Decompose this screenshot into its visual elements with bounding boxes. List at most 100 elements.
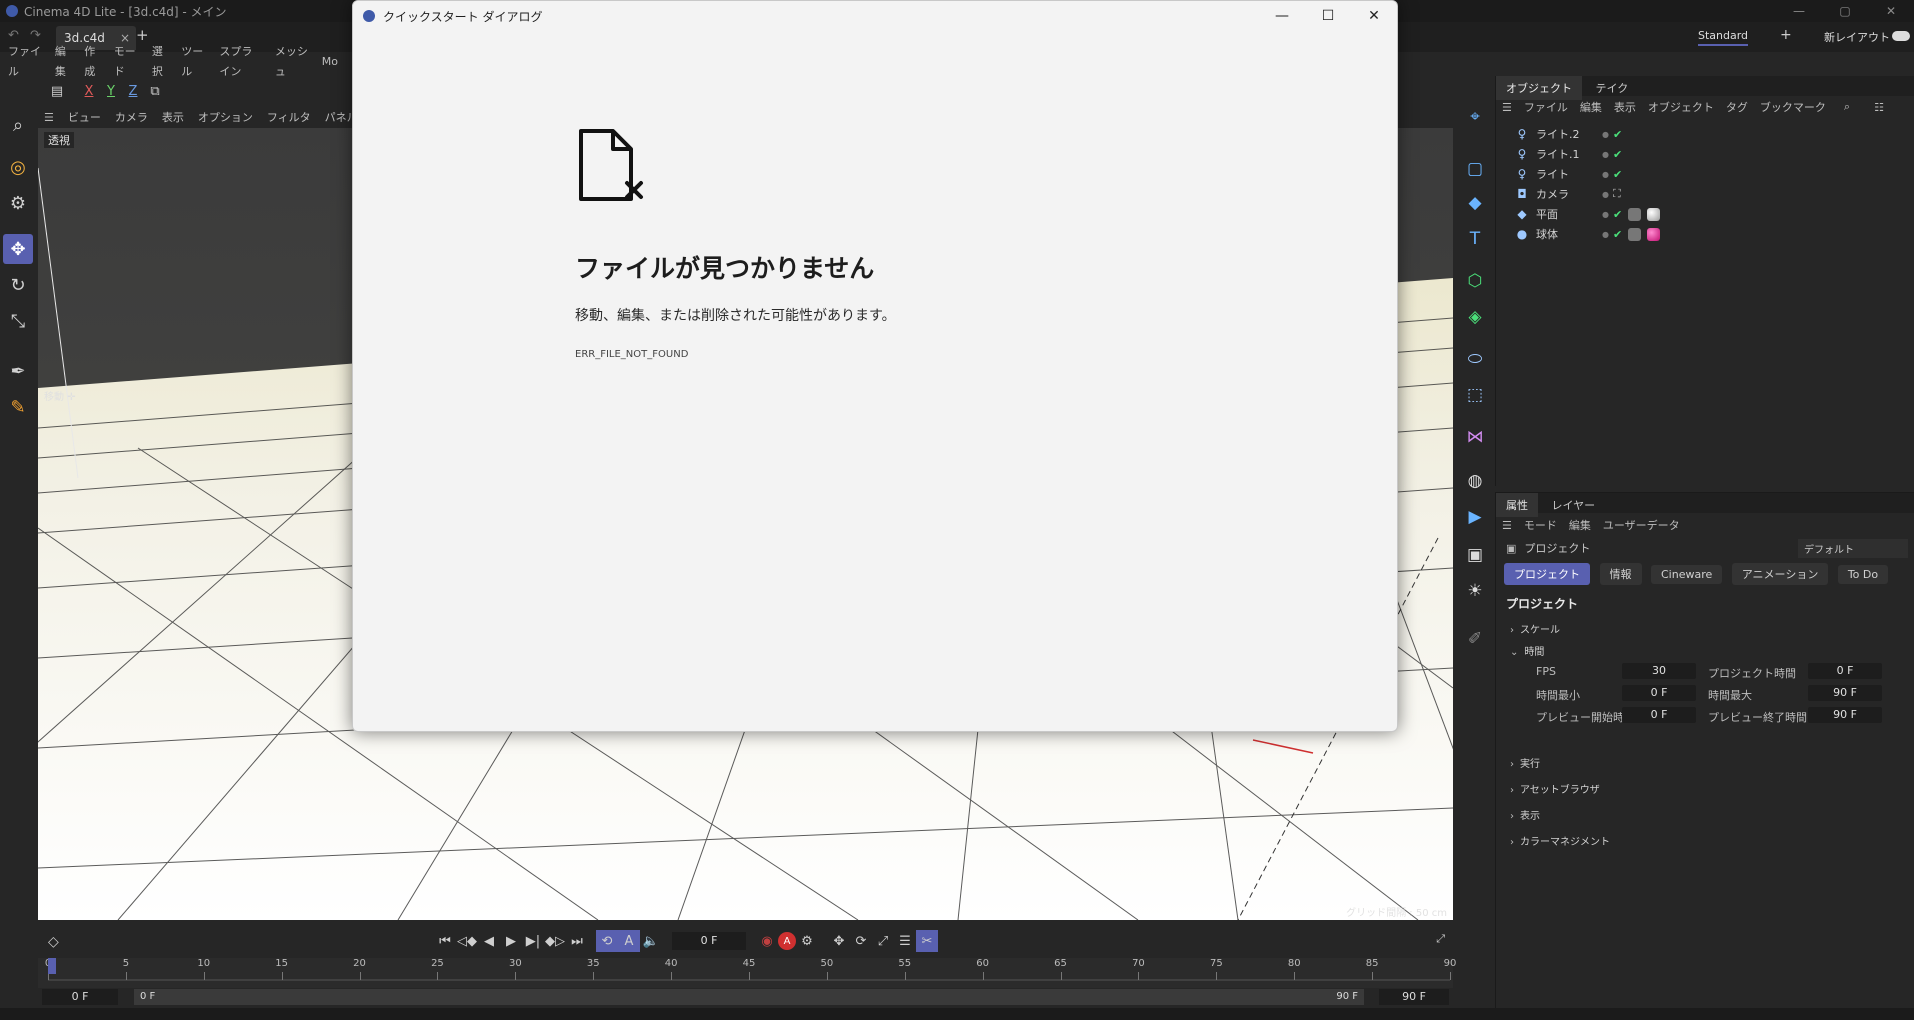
tab-layers[interactable]: レイヤー [1542, 493, 1606, 517]
chip-cineware[interactable]: Cineware [1651, 565, 1723, 584]
section-scale[interactable]: › スケール [1510, 621, 1560, 636]
maximize-button[interactable]: ▢ [1822, 0, 1868, 22]
om-search-icon[interactable]: ⌕ [1844, 100, 1850, 114]
rotate-tool-icon[interactable]: ↻ [3, 270, 33, 300]
live-select-icon[interactable]: ◎ [3, 152, 33, 182]
chip-project[interactable]: プロジェクト [1504, 563, 1590, 585]
timeline-graph-icon[interactable]: ⤢ [1436, 932, 1445, 946]
preview-end-field[interactable]: 90 F [1808, 707, 1882, 723]
enabled-check-icon[interactable]: ✔ [1613, 148, 1622, 161]
spline-pen-icon[interactable]: ✒ [3, 356, 33, 386]
viewport-menu-view[interactable]: ビュー [68, 107, 101, 128]
search-icon[interactable]: ⌕ [3, 110, 33, 140]
chip-animation[interactable]: アニメーション [1731, 563, 1829, 585]
range-start-field[interactable]: 0 F [42, 989, 118, 1005]
enabled-check-icon[interactable]: ✔ [1613, 208, 1622, 221]
om-menu-edit[interactable]: 編集 [1580, 99, 1602, 115]
viewport-menu-options[interactable]: オプション [198, 107, 253, 128]
current-frame-field[interactable]: 0 F [672, 932, 746, 950]
object-row-light[interactable]: ♀ ライト ● ✔ [1514, 164, 1914, 184]
attr-menu-mode[interactable]: モード [1524, 517, 1557, 533]
model-mode-icon[interactable]: ▤ [46, 80, 68, 102]
phong-tag-icon[interactable] [1628, 227, 1642, 241]
material-tag-icon[interactable] [1647, 207, 1661, 221]
add-layout-button[interactable]: + [1780, 27, 1792, 43]
attr-menu-icon[interactable]: ☰ [1502, 519, 1512, 532]
deformer-icon[interactable]: ⬭ [1462, 346, 1488, 372]
axis-x-toggle[interactable]: X [78, 80, 100, 102]
visibility-dots[interactable]: ● [1602, 170, 1609, 179]
key-position-icon[interactable]: ✥ [828, 930, 850, 952]
phong-tag-icon[interactable] [1628, 207, 1642, 221]
object-row-light1[interactable]: ♀ ライト.1 ● ✔ [1514, 144, 1914, 164]
subdivision-icon[interactable]: ◈ [1462, 304, 1488, 330]
visibility-dots[interactable]: ● [1602, 230, 1609, 239]
next-key-icon[interactable]: ◆▷ [544, 930, 566, 952]
null-object-icon[interactable]: ⌖ [1462, 104, 1488, 130]
visibility-dots[interactable]: ● [1602, 150, 1609, 159]
max-time-field[interactable]: 90 F [1808, 685, 1882, 701]
layout-standard[interactable]: Standard [1698, 29, 1749, 46]
close-window-button[interactable]: ✕ [1868, 0, 1914, 22]
section-asset-browser[interactable]: › アセットブラウザ [1510, 781, 1600, 796]
axis-y-toggle[interactable]: Y [100, 80, 122, 102]
sound-icon[interactable]: 🔈 [640, 930, 662, 952]
object-menu-icon[interactable]: ☰ [1502, 101, 1512, 114]
camera-tool-icon[interactable]: ▣ [1462, 542, 1488, 568]
field-icon[interactable]: ⬚ [1462, 382, 1488, 408]
object-row-light2[interactable]: ♀ ライト.2 ● ✔ [1514, 124, 1914, 144]
viewport-menu-filter[interactable]: フィルタ [267, 107, 311, 128]
viewport-menu-camera[interactable]: カメラ [115, 107, 148, 128]
environment-icon[interactable]: ◍ [1462, 468, 1488, 494]
auto-key-icon[interactable]: A [778, 932, 796, 950]
fps-field[interactable]: 30 [1622, 663, 1696, 679]
tab-takes[interactable]: テイク [1586, 76, 1639, 100]
timeline-ruler[interactable]: 051015202530354045505560657075808590 [38, 958, 1456, 988]
attr-menu-edit[interactable]: 編集 [1569, 517, 1591, 533]
material-tag-icon[interactable] [1647, 227, 1661, 241]
rectangle-spline-icon[interactable]: ▢ [1462, 156, 1488, 182]
chip-info[interactable]: 情報 [1599, 563, 1642, 585]
section-time[interactable]: ⌄ 時間 [1510, 643, 1544, 658]
object-row-camera[interactable]: ◘ カメラ ● ⛶ [1514, 184, 1914, 204]
paint-icon[interactable]: ✐ [1462, 626, 1488, 652]
scale-tool-icon[interactable]: ⤡ [3, 306, 33, 336]
prev-frame-icon[interactable]: ◀ [478, 930, 500, 952]
prev-key-icon[interactable]: ◁◆ [456, 930, 478, 952]
key-param-icon[interactable]: ☰ [894, 930, 916, 952]
key-settings-icon[interactable]: ⚙ [796, 930, 818, 952]
autokey-mode-icon[interactable]: A [618, 930, 640, 952]
generator-icon[interactable]: ⬡ [1462, 268, 1488, 294]
text-object-icon[interactable]: T [1462, 226, 1488, 252]
axis-z-toggle[interactable]: Z [122, 80, 144, 102]
viewport-menu-display[interactable]: 表示 [162, 107, 184, 128]
object-row-plane[interactable]: ◆ 平面 ● ✔ [1514, 204, 1914, 224]
section-execution[interactable]: › 実行 [1510, 755, 1540, 770]
tweak-icon[interactable]: ⚙ [3, 188, 33, 218]
key-scale-icon[interactable]: ⤢ [872, 930, 894, 952]
section-display[interactable]: › 表示 [1510, 807, 1540, 822]
camera-target-icon[interactable]: ⛶ [1613, 187, 1621, 201]
mograph-icon[interactable]: ⋈ [1462, 424, 1488, 450]
enabled-check-icon[interactable]: ✔ [1613, 168, 1622, 181]
next-frame-icon[interactable]: ▶| [522, 930, 544, 952]
om-menu-bookmark[interactable]: ブックマーク [1760, 99, 1826, 115]
project-time-field[interactable]: 0 F [1808, 663, 1882, 679]
visibility-dots[interactable]: ● [1602, 210, 1609, 219]
tab-attributes[interactable]: 属性 [1496, 493, 1538, 517]
range-end-field[interactable]: 90 F [1379, 989, 1449, 1005]
coordinate-system-icon[interactable]: ⧉ [144, 80, 166, 102]
om-filter-icon[interactable]: ☷ [1874, 101, 1884, 114]
chip-todo[interactable]: To Do [1837, 565, 1889, 584]
viewport-menu-icon[interactable]: ☰ [44, 107, 54, 128]
go-to-start-icon[interactable]: ⏮ [434, 930, 456, 952]
sculpt-icon[interactable]: ✎ [3, 392, 33, 422]
key-rotation-icon[interactable]: ⟳ [850, 930, 872, 952]
move-tool-icon[interactable]: ✥ [3, 234, 33, 264]
minimize-button[interactable]: — [1776, 0, 1822, 22]
loop-icon[interactable]: ⟲ [596, 930, 618, 952]
redo-icon[interactable]: ↷ [30, 28, 41, 43]
om-menu-object[interactable]: オブジェクト [1648, 99, 1714, 115]
layout-toggle[interactable] [1892, 31, 1910, 41]
range-slider[interactable]: 0 F 90 F [134, 989, 1364, 1005]
